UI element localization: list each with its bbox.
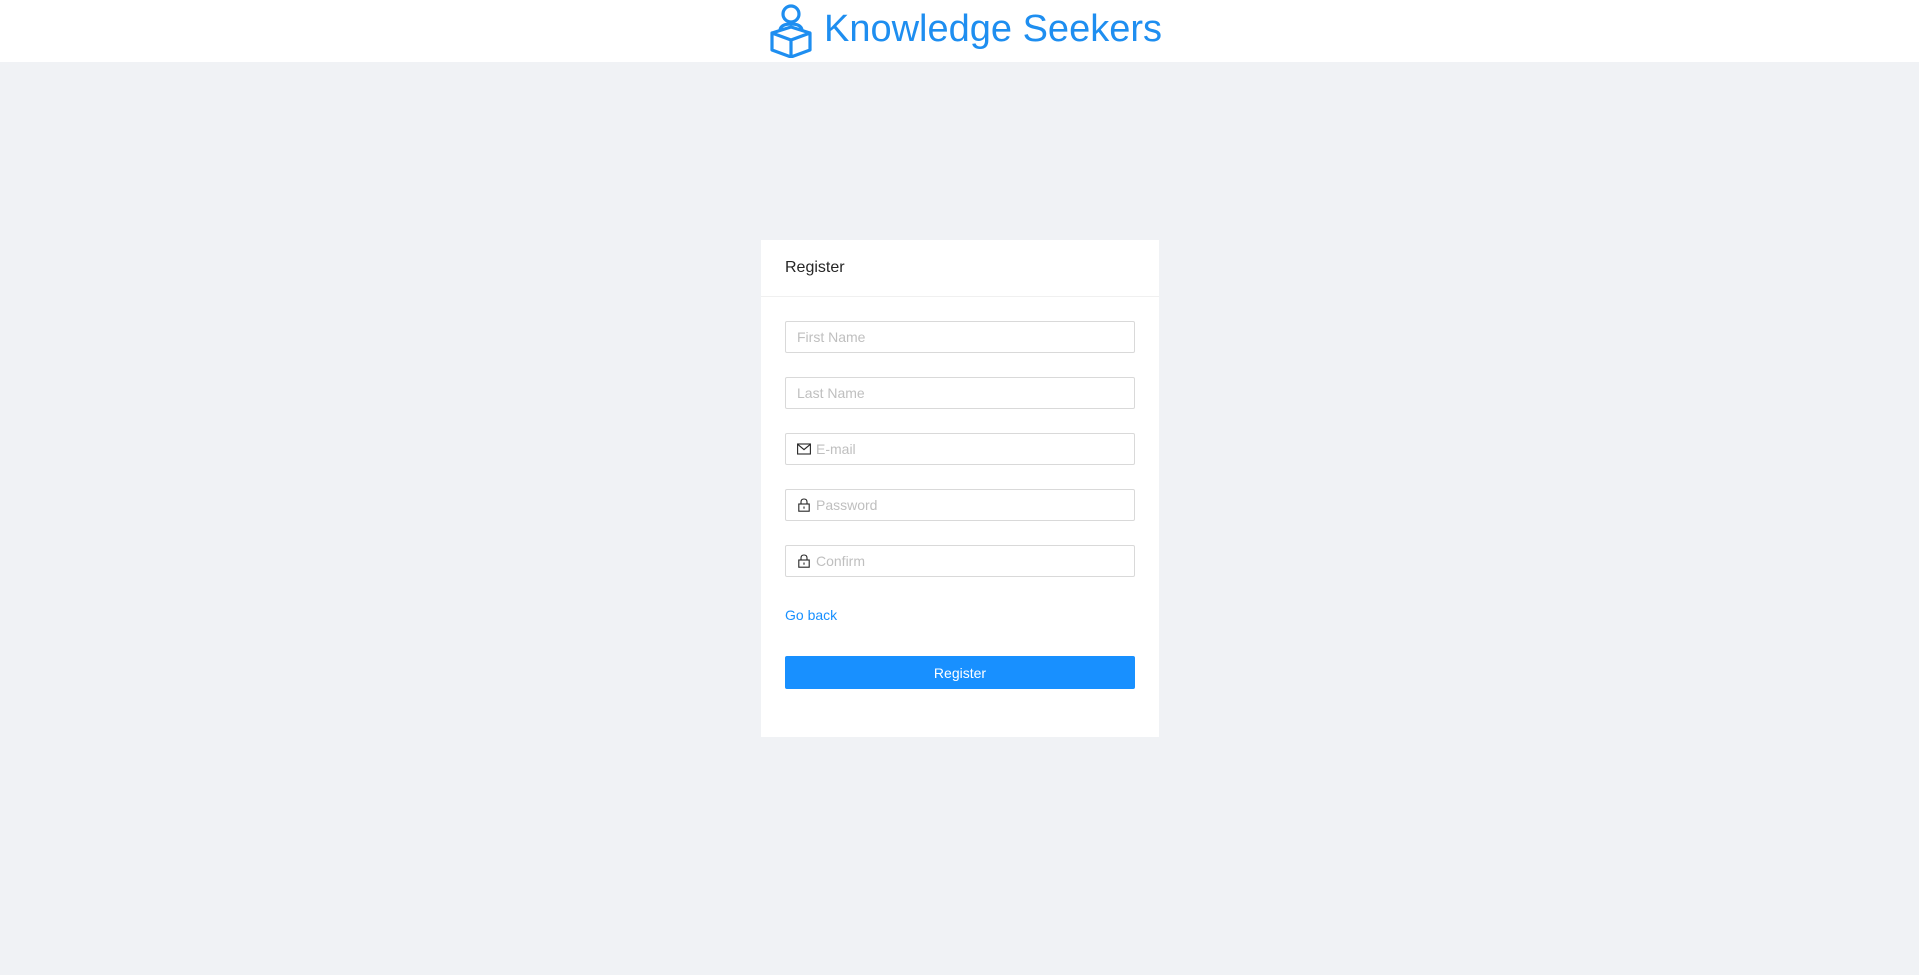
register-button[interactable]: Register <box>785 656 1135 689</box>
brand-title: Knowledge Seekers <box>824 8 1162 50</box>
first-name-input[interactable] <box>797 323 1134 351</box>
lock-icon <box>797 554 811 568</box>
brand-logo[interactable]: Knowledge Seekers <box>768 0 1162 58</box>
top-header: Knowledge Seekers <box>0 0 1919 62</box>
first-name-field[interactable] <box>785 321 1135 353</box>
last-name-input[interactable] <box>797 379 1134 407</box>
go-back-link[interactable]: Go back <box>785 607 837 623</box>
confirm-password-input[interactable] <box>816 547 1134 575</box>
mail-icon <box>797 442 811 456</box>
register-card: Register First Name Last Name E-mail Go … <box>761 240 1159 737</box>
password-field[interactable] <box>785 489 1135 521</box>
password-input[interactable] <box>816 491 1134 519</box>
card-title: Register <box>761 240 1159 297</box>
lock-icon <box>797 498 811 512</box>
last-name-field[interactable] <box>785 377 1135 409</box>
confirm-password-field[interactable] <box>785 545 1135 577</box>
register-page: Knowledge Seekers Register First Name La… <box>0 0 1919 975</box>
email-field[interactable] <box>785 433 1135 465</box>
email-input[interactable] <box>816 435 1134 463</box>
main-content: Register First Name Last Name E-mail Go … <box>0 62 1919 975</box>
reader-with-open-book-icon <box>770 4 812 58</box>
